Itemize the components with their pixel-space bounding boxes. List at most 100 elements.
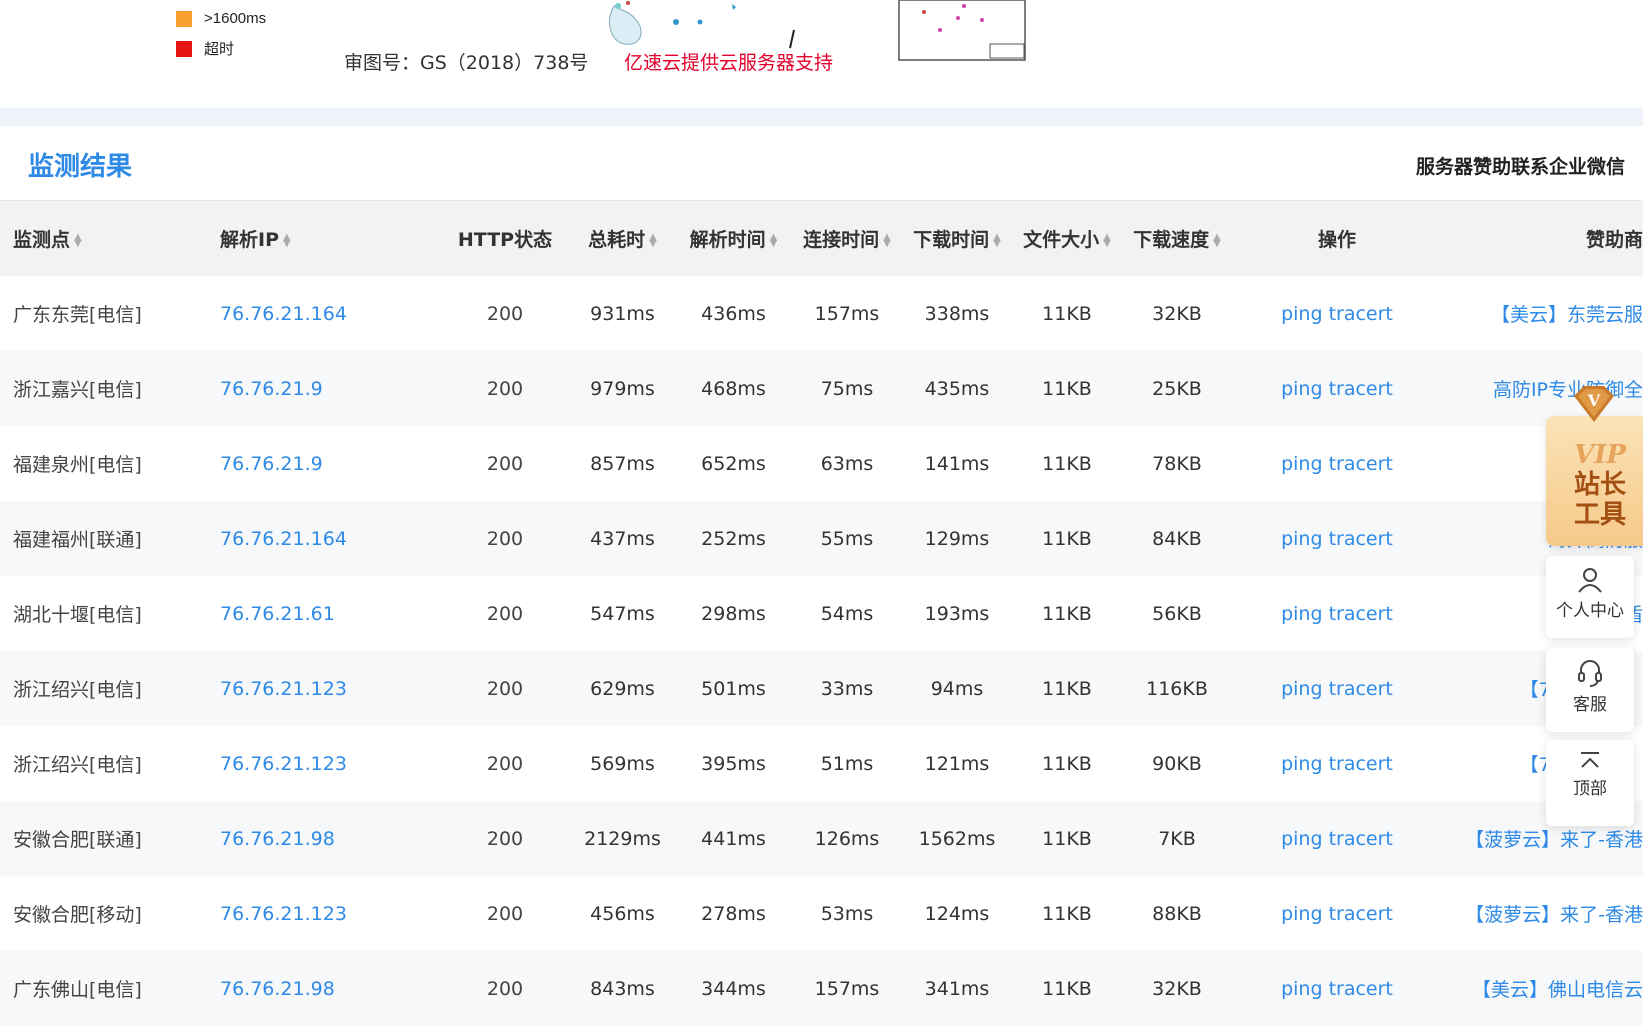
th-dns[interactable]: 解析时间 ▲ ▼ [675, 225, 792, 252]
cell-ip-link[interactable]: 76.76.21.123 [220, 753, 440, 775]
table-row: 福建福州[联通] 76.76.21.164 200 437ms 252ms 55… [0, 501, 1643, 576]
map-inset [898, 0, 1026, 61]
map-legend-area: >1600ms 超时 审图号：GS（2018）738号 亿速云提供云服务器支持 [0, 0, 1643, 108]
cell-file-size: 11KB [1042, 377, 1092, 400]
cell-ping-tracert-link[interactable]: ping tracert [1232, 903, 1442, 925]
th-speed[interactable]: 下载速度 ▲ ▼ [1122, 225, 1232, 252]
cell-ping-tracert-link[interactable]: ping tracert [1232, 828, 1442, 850]
cell-ping-tracert-link[interactable]: ping tracert [1232, 753, 1442, 775]
cell-node: 湖北十堰[电信] [13, 604, 142, 626]
cell-sponsor-link[interactable]: 【美云】佛山电信云 [1442, 975, 1643, 1002]
th-dl[interactable]: 下载时间 ▲ ▼ [902, 225, 1012, 252]
cell-download-speed: 25KB [1152, 377, 1202, 400]
cell-file-size: 11KB [1042, 302, 1092, 325]
cell-node: 福建泉州[电信] [13, 454, 142, 476]
map-fragment [608, 1, 795, 49]
table-body: 广东东莞[电信] 76.76.21.164 200 931ms 436ms 15… [0, 276, 1643, 1026]
table-row: 浙江嘉兴[电信] 76.76.21.9 200 979ms 468ms 75ms… [0, 351, 1643, 426]
legend-swatch-orange [176, 10, 192, 27]
cell-dns-time: 395ms [701, 752, 766, 775]
personal-center-button[interactable]: 个人中心 [1546, 556, 1634, 638]
cell-download-time: 435ms [924, 377, 990, 400]
cell-node: 浙江绍兴[电信] [13, 679, 142, 701]
cell-download-time: 341ms [924, 977, 990, 1000]
cell-ping-tracert-link[interactable]: ping tracert [1232, 978, 1442, 1000]
back-to-top-label: 顶部 [1573, 779, 1607, 799]
cell-connect-time: 63ms [820, 452, 874, 475]
th-ip[interactable]: 解析IP ▲ ▼ [220, 225, 440, 252]
cell-ping-tracert-link[interactable]: ping tracert [1232, 453, 1442, 475]
th-http: HTTP状态 [457, 229, 553, 251]
personal-center-label: 个人中心 [1556, 601, 1624, 621]
vip-label: VIP 站长 工具 [1560, 440, 1640, 530]
sort-icon: ▲ ▼ [283, 231, 291, 249]
legend-item-slow: >1600ms [176, 10, 266, 27]
map-sponsor-link[interactable]: 亿速云提供云服务器支持 [624, 48, 833, 75]
th-label: 下载速度 [1133, 229, 1210, 251]
th-node[interactable]: 监测点 ▲ ▼ [0, 225, 220, 252]
cell-ip-link[interactable]: 76.76.21.123 [220, 678, 440, 700]
sort-icon: ▲ ▼ [769, 231, 778, 249]
cell-connect-time: 54ms [820, 602, 874, 625]
th-label: 连接时间 [803, 229, 880, 251]
section-divider [0, 108, 1643, 126]
headset-icon [1578, 660, 1602, 687]
cell-dns-time: 436ms [701, 302, 766, 325]
cell-ip-link[interactable]: 76.76.21.61 [220, 603, 440, 625]
vip-line: VIP [1574, 440, 1626, 470]
cell-http-status: 200 [486, 977, 524, 1000]
cell-file-size: 11KB [1042, 677, 1092, 700]
cell-ip-link[interactable]: 76.76.21.98 [220, 978, 440, 1000]
cell-sponsor-link[interactable]: 【美云】东莞云服 [1442, 300, 1643, 327]
cell-ip-link[interactable]: 76.76.21.123 [220, 903, 440, 925]
cell-connect-time: 55ms [820, 527, 874, 550]
cell-total-time: 569ms [590, 752, 655, 775]
cell-total-time: 629ms [590, 677, 655, 700]
cell-total-time: 547ms [590, 602, 655, 625]
cell-connect-time: 75ms [820, 377, 874, 400]
sort-icon: ▲ ▼ [74, 231, 82, 249]
cell-total-time: 2129ms [584, 827, 661, 850]
th-label: 文件大小 [1023, 229, 1100, 251]
cell-ping-tracert-link[interactable]: ping tracert [1232, 303, 1442, 325]
user-icon [1578, 568, 1602, 593]
cell-connect-time: 157ms [814, 977, 880, 1000]
cell-connect-time: 51ms [820, 752, 874, 775]
cell-dns-time: 501ms [701, 677, 766, 700]
cell-dns-time: 441ms [701, 827, 766, 850]
th-total[interactable]: 总耗时 ▲ ▼ [570, 225, 675, 252]
cell-ip-link[interactable]: 76.76.21.9 [220, 378, 440, 400]
cell-connect-time: 126ms [814, 827, 880, 850]
sort-icon: ▲ ▼ [1213, 231, 1221, 249]
cell-ping-tracert-link[interactable]: ping tracert [1232, 378, 1442, 400]
cell-dns-time: 298ms [701, 602, 766, 625]
cell-sponsor-link[interactable]: 【菠萝云】来了-香港 [1442, 825, 1643, 852]
cell-download-speed: 56KB [1152, 602, 1202, 625]
cell-ip-link[interactable]: 76.76.21.164 [220, 528, 440, 550]
diamond-v-badge-icon: V [1574, 386, 1614, 422]
cell-download-speed: 84KB [1152, 527, 1202, 550]
cell-sponsor-link[interactable]: 【菠萝云】来了-香港 [1442, 900, 1643, 927]
th-op: 操作 [1317, 229, 1356, 251]
th-label: 总耗时 [588, 229, 646, 251]
th-conn[interactable]: 连接时间 ▲ ▼ [792, 225, 902, 252]
table-row: 浙江绍兴[电信] 76.76.21.123 200 569ms 395ms 51… [0, 726, 1643, 801]
cell-ip-link[interactable]: 76.76.21.164 [220, 303, 440, 325]
legend-label: 超时 [204, 41, 235, 58]
th-sponsor: 赞助商 [1585, 229, 1643, 251]
cell-ping-tracert-link[interactable]: ping tracert [1232, 528, 1442, 550]
cell-total-time: 843ms [590, 977, 655, 1000]
cell-ip-link[interactable]: 76.76.21.98 [220, 828, 440, 850]
cell-download-time: 129ms [924, 527, 990, 550]
cell-http-status: 200 [486, 902, 524, 925]
cell-node: 安徽合肥[移动] [13, 904, 142, 926]
customer-service-button[interactable]: 客服 [1546, 648, 1634, 732]
cell-http-status: 200 [486, 677, 524, 700]
cell-ping-tracert-link[interactable]: ping tracert [1232, 678, 1442, 700]
cell-ip-link[interactable]: 76.76.21.9 [220, 453, 440, 475]
th-size[interactable]: 文件大小 ▲ ▼ [1012, 225, 1122, 252]
cell-node: 安徽合肥[联通] [13, 829, 142, 851]
cell-download-speed: 32KB [1152, 977, 1202, 1000]
back-to-top-button[interactable]: 顶部 [1546, 740, 1634, 826]
cell-ping-tracert-link[interactable]: ping tracert [1232, 603, 1442, 625]
